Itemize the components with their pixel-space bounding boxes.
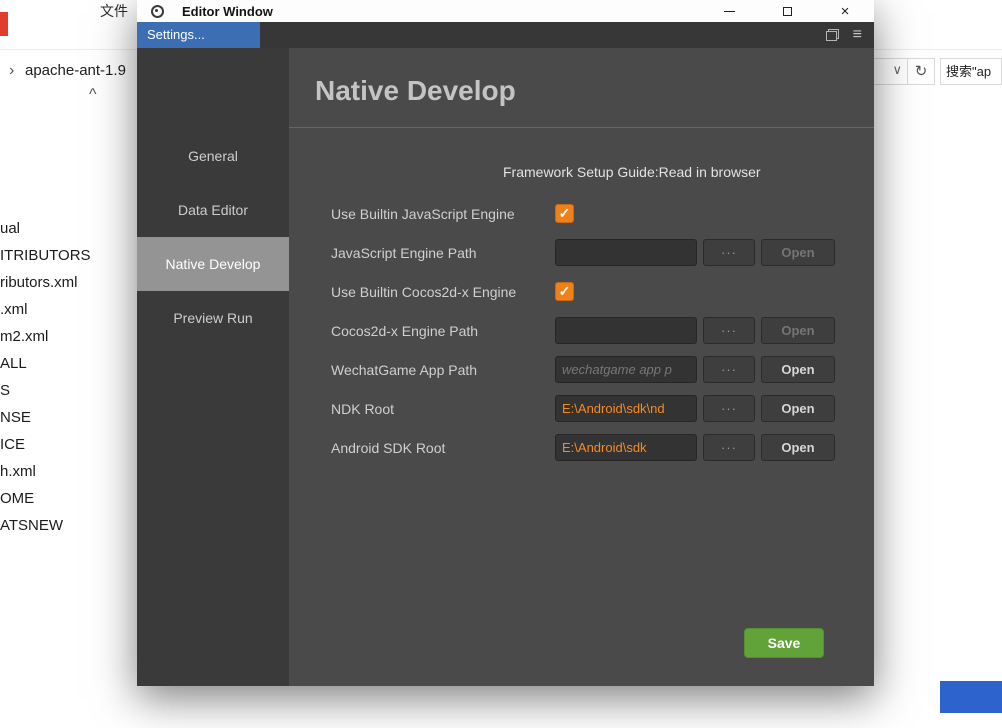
form-row: WechatGame App Path ··· Open	[331, 356, 874, 383]
browse-wechatgame-app-button[interactable]: ···	[703, 356, 755, 383]
field-label: NDK Root	[331, 400, 395, 417]
framework-setup-guide-link[interactable]: Framework Setup Guide:Read in browser	[503, 164, 874, 180]
field-label: Use Builtin JavaScript Engine	[331, 205, 515, 222]
app-logo	[0, 12, 8, 36]
menu-file[interactable]: 文件	[100, 1, 128, 21]
sidebar-item-preview-run[interactable]: Preview Run	[137, 291, 289, 345]
ndk-root-input[interactable]	[555, 395, 697, 422]
form-row: JavaScript Engine Path ··· Open	[331, 239, 874, 266]
sidebar-item-native-develop[interactable]: Native Develop	[137, 237, 289, 291]
save-button[interactable]: Save	[744, 628, 824, 658]
open-wechatgame-app-button[interactable]: Open	[761, 356, 835, 383]
app-icon	[151, 4, 164, 18]
window-title: Editor Window	[182, 3, 273, 19]
window-titlebar: Editor Window ×	[137, 0, 874, 22]
browse-js-engine-button[interactable]: ···	[703, 239, 755, 266]
hamburger-menu-icon[interactable]: ≡	[853, 27, 862, 43]
browse-cocos2dx-engine-button[interactable]: ···	[703, 317, 755, 344]
close-button[interactable]: ×	[816, 0, 874, 22]
file-item[interactable]: ICE	[0, 431, 91, 458]
minimize-icon	[723, 10, 735, 12]
field-label: Use Builtin Cocos2d-x Engine	[331, 283, 517, 300]
tab-bar: Settings... ≡	[137, 22, 874, 48]
editor-window: Editor Window × Settings... ≡ General Da…	[137, 0, 874, 686]
file-item[interactable]: h.xml	[0, 458, 91, 485]
minimize-button[interactable]	[700, 0, 758, 22]
use-builtin-cocos2dx-engine-checkbox[interactable]: ✓	[555, 282, 574, 301]
file-item[interactable]: ributors.xml	[0, 269, 91, 296]
breadcrumb-chevron-icon[interactable]: ›	[9, 62, 14, 80]
file-list: ual ITRIBUTORS ributors.xml .xml m2.xml …	[0, 215, 91, 539]
open-js-engine-button[interactable]: Open	[761, 239, 835, 266]
cocos2dx-engine-path-input[interactable]	[555, 317, 697, 344]
open-ndk-root-button[interactable]: Open	[761, 395, 835, 422]
address-dropdown-icon[interactable]: ∨	[892, 62, 902, 78]
page-title: Native Develop	[315, 75, 516, 106]
sidebar-item-data-editor[interactable]: Data Editor	[137, 183, 289, 237]
file-item[interactable]: ATSNEW	[0, 512, 91, 539]
field-label: WechatGame App Path	[331, 361, 478, 378]
dialog-body: General Data Editor Native Develop Previ…	[137, 48, 874, 686]
file-item[interactable]: ALL	[0, 350, 91, 377]
use-builtin-javascript-engine-checkbox[interactable]: ✓	[555, 204, 574, 223]
close-icon: ×	[840, 2, 850, 20]
title-divider	[289, 127, 874, 128]
wechatgame-app-path-input[interactable]	[555, 356, 697, 383]
sidebar-item-general[interactable]: General	[137, 129, 289, 183]
maximize-button[interactable]	[758, 0, 816, 22]
file-item[interactable]: S	[0, 377, 91, 404]
file-item[interactable]: ITRIBUTORS	[0, 242, 91, 269]
tab-settings[interactable]: Settings...	[137, 22, 260, 48]
file-item[interactable]: m2.xml	[0, 323, 91, 350]
browse-android-sdk-button[interactable]: ···	[703, 434, 755, 461]
scroll-up-icon[interactable]: ^	[89, 86, 97, 104]
field-label: Android SDK Root	[331, 439, 446, 456]
form-row: Use Builtin JavaScript Engine ✓	[331, 200, 874, 227]
search-input[interactable]: 搜索"ap	[940, 58, 1002, 85]
js-engine-path-input[interactable]	[555, 239, 697, 266]
restore-window-icon[interactable]	[825, 29, 839, 41]
search-text: 搜索"ap	[946, 64, 992, 79]
file-item[interactable]: .xml	[0, 296, 91, 323]
file-item[interactable]: ual	[0, 215, 91, 242]
native-develop-form: Use Builtin JavaScript Engine ✓ JavaScri…	[289, 200, 874, 461]
maximize-icon	[782, 6, 792, 16]
settings-sidebar: General Data Editor Native Develop Previ…	[137, 48, 289, 686]
form-row: Use Builtin Cocos2d-x Engine ✓	[331, 278, 874, 305]
file-item[interactable]: OME	[0, 485, 91, 512]
form-row: Android SDK Root ··· Open	[331, 434, 874, 461]
file-item[interactable]: NSE	[0, 404, 91, 431]
form-row: Cocos2d-x Engine Path ··· Open	[331, 317, 874, 344]
open-android-sdk-button[interactable]: Open	[761, 434, 835, 461]
field-label: Cocos2d-x Engine Path	[331, 322, 479, 339]
browse-ndk-root-button[interactable]: ···	[703, 395, 755, 422]
screen: 文件 › apache-ant-1.9 ∨ ↻ 搜索"ap ^ ual ITRI…	[0, 0, 1002, 728]
taskbar-item[interactable]	[940, 681, 1002, 713]
tabbar-icons: ≡	[825, 22, 862, 48]
settings-panel: Native Develop Framework Setup Guide:Rea…	[289, 48, 874, 686]
open-cocos2dx-engine-button[interactable]: Open	[761, 317, 835, 344]
refresh-icon[interactable]: ↻	[908, 58, 935, 85]
form-row: NDK Root ··· Open	[331, 395, 874, 422]
breadcrumb[interactable]: apache-ant-1.9	[25, 62, 126, 79]
android-sdk-root-input[interactable]	[555, 434, 697, 461]
field-label: JavaScript Engine Path	[331, 244, 477, 261]
